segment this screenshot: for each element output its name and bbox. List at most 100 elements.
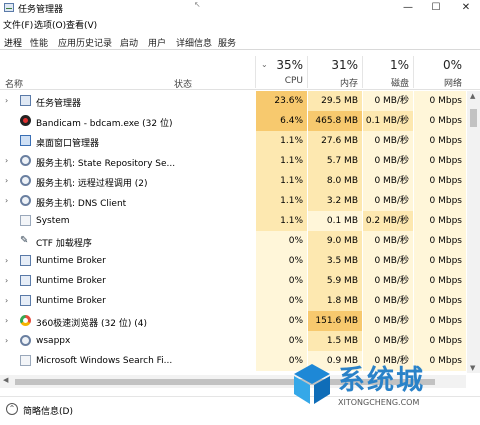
column-status[interactable]: 状态 — [174, 77, 192, 90]
runtime-broker-icon — [20, 255, 31, 266]
search-filter-icon — [20, 355, 31, 366]
column-disk[interactable]: 磁盘 — [361, 76, 409, 89]
disk-total[interactable]: 1% — [361, 58, 409, 72]
process-disk: 0 MB/秒 — [363, 331, 413, 351]
process-cpu: 0% — [256, 251, 307, 271]
mouse-cursor-icon: ↖ — [194, 0, 201, 9]
window-icon — [20, 135, 31, 146]
process-name: Microsoft Windows Search Fi... — [36, 356, 173, 366]
process-cpu: 0% — [256, 231, 307, 251]
process-network: 0 Mbps — [414, 271, 466, 291]
tab-users[interactable]: 用户 — [148, 36, 166, 49]
chevron-right-icon[interactable]: › — [5, 196, 8, 205]
process-disk: 0 MB/秒 — [363, 191, 413, 211]
process-row[interactable]: › Runtime Broker 0% 1.8 MB 0 MB/秒 0 Mbps — [0, 291, 466, 311]
process-disk: 0 MB/秒 — [363, 291, 413, 311]
process-cpu: 1.1% — [256, 171, 307, 191]
menu-view[interactable]: 查看(V) — [66, 18, 97, 31]
process-memory: 465.8 MB — [308, 111, 362, 131]
menu-file[interactable]: 文件(F) — [3, 18, 33, 31]
process-memory: 29.5 MB — [308, 91, 362, 111]
menu-bar: 文件(F) 选项(O) 查看(V) — [0, 16, 480, 32]
process-memory: 1.5 MB — [308, 331, 362, 351]
process-name: Bandicam - bdcam.exe (32 位) — [36, 119, 173, 129]
tab-app-history[interactable]: 应用历史记录 — [58, 36, 112, 49]
process-row[interactable]: › wsappx 0% 1.5 MB 0 MB/秒 0 Mbps — [0, 331, 466, 351]
process-disk: 0.1 MB/秒 — [363, 111, 413, 131]
chevron-right-icon[interactable]: › — [5, 176, 8, 185]
tab-services[interactable]: 服务 — [218, 36, 236, 49]
process-memory: 5.9 MB — [308, 271, 362, 291]
column-name[interactable]: 名称 — [5, 77, 23, 90]
menu-options[interactable]: 选项(O) — [34, 18, 66, 31]
process-cpu: 1.1% — [256, 131, 307, 151]
process-row[interactable]: › 服务主机: 远程过程调用 (2) 1.1% 8.0 MB 0 MB/秒 0 Mbps — [0, 171, 466, 191]
memory-total[interactable]: 31% — [310, 58, 358, 72]
column-network[interactable]: 网络 — [414, 76, 462, 89]
process-row[interactable]: › 服务主机: State Repository Se... 1.1% 5.7 MB 0… — [0, 151, 466, 171]
vertical-scrollbar[interactable]: ▲ ▼ — [467, 91, 480, 373]
gear-icon — [20, 175, 31, 186]
process-cpu: 6.4% — [256, 111, 307, 131]
process-row[interactable]: › 360极速浏览器 (32 位) (4) 0% 151.6 MB 0 MB/秒 0 Mb… — [0, 311, 466, 331]
tab-performance[interactable]: 性能 — [30, 36, 48, 49]
scroll-up-icon[interactable]: ▲ — [470, 92, 475, 100]
system-icon — [20, 215, 31, 226]
process-row[interactable]: 桌面窗口管理器 1.1% 27.6 MB 0 MB/秒 0 Mbps — [0, 131, 466, 151]
process-row[interactable]: System 1.1% 0.1 MB 0.2 MB/秒 0 Mbps — [0, 211, 466, 231]
chevron-right-icon[interactable]: › — [5, 256, 8, 265]
process-row[interactable]: › Runtime Broker 0% 5.9 MB 0 MB/秒 0 Mbps — [0, 271, 466, 291]
process-name: Runtime Broker — [36, 276, 106, 286]
column-divider — [307, 56, 308, 88]
process-name: 桌面窗口管理器 — [36, 139, 100, 149]
tab-bar: 进程 性能 应用历史记录 启动 用户 详细信息 服务 — [0, 34, 480, 50]
process-row[interactable]: › 任务管理器 23.6% 29.5 MB 0 MB/秒 0 Mbps — [0, 91, 466, 111]
process-network: 0 Mbps — [414, 291, 466, 311]
gear-icon — [20, 335, 31, 346]
tab-processes[interactable]: 进程 — [4, 36, 22, 49]
scrollbar-thumb[interactable] — [470, 109, 477, 127]
process-network: 0 Mbps — [414, 91, 466, 111]
watermark-logo-icon — [294, 364, 330, 404]
task-manager-icon — [20, 95, 31, 106]
ctf-icon: ✎ — [20, 235, 29, 246]
network-total[interactable]: 0% — [414, 58, 462, 72]
close-button[interactable]: ✕ — [452, 0, 480, 16]
process-name: wsappx — [36, 336, 71, 346]
process-memory: 3.2 MB — [308, 191, 362, 211]
chevron-right-icon[interactable]: › — [5, 96, 8, 105]
process-disk: 0 MB/秒 — [363, 171, 413, 191]
tab-details[interactable]: 详细信息 — [176, 36, 212, 49]
process-disk: 0 MB/秒 — [363, 251, 413, 271]
column-memory[interactable]: 内存 — [310, 76, 358, 89]
column-cpu[interactable]: CPU — [255, 76, 303, 86]
watermark-subtext: XITONGCHENG.COM — [338, 398, 420, 407]
process-row[interactable]: › 服务主机: DNS Client 1.1% 3.2 MB 0 MB/秒 0 Mbps — [0, 191, 466, 211]
chevron-up-icon[interactable]: ⌃ — [6, 403, 18, 415]
process-cpu: 0% — [256, 311, 307, 331]
chevron-right-icon[interactable]: › — [5, 296, 8, 305]
maximize-button[interactable]: ☐ — [422, 0, 450, 16]
chevron-right-icon[interactable]: › — [5, 336, 8, 345]
process-row[interactable]: ✎ CTF 加载程序 0% 9.0 MB 0 MB/秒 0 Mbps — [0, 231, 466, 251]
cpu-total[interactable]: 35% — [255, 58, 303, 72]
process-name: CTF 加载程序 — [36, 239, 92, 249]
chevron-right-icon[interactable]: › — [5, 276, 8, 285]
process-memory: 5.7 MB — [308, 151, 362, 171]
process-name: Runtime Broker — [36, 296, 106, 306]
scroll-left-icon[interactable]: ◀ — [3, 376, 8, 384]
watermark: 系统城 XITONGCHENG.COM — [288, 356, 480, 425]
process-memory: 27.6 MB — [308, 131, 362, 151]
tab-startup[interactable]: 启动 — [120, 36, 138, 49]
process-memory: 151.6 MB — [308, 311, 362, 331]
process-network: 0 Mbps — [414, 131, 466, 151]
chevron-right-icon[interactable]: › — [5, 316, 8, 325]
chevron-right-icon[interactable]: › — [5, 156, 8, 165]
minimize-button[interactable]: — — [394, 0, 422, 16]
process-row[interactable]: Bandicam - bdcam.exe (32 位) 6.4% 465.8 MB 0… — [0, 111, 466, 131]
process-memory: 0.1 MB — [308, 211, 362, 231]
process-row[interactable]: › Runtime Broker 0% 3.5 MB 0 MB/秒 0 Mbps — [0, 251, 466, 271]
fewer-details-link[interactable]: 简略信息(D) — [23, 404, 73, 417]
process-disk: 0 MB/秒 — [363, 271, 413, 291]
process-name: 服务主机: DNS Client — [36, 199, 127, 209]
